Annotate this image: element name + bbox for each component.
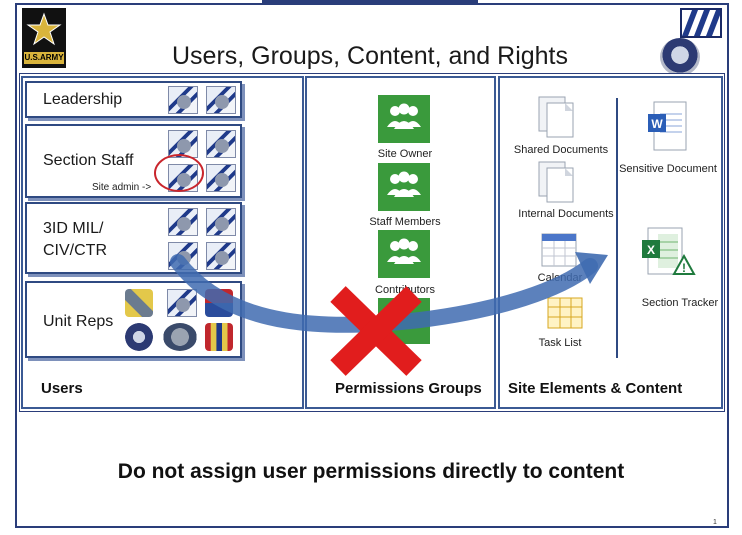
user-badge-icon	[168, 242, 198, 270]
unit-insignia-icon	[205, 323, 233, 351]
internal-documents-library-icon	[538, 161, 574, 203]
user-badge-icon	[206, 86, 236, 114]
unit-reps-group-box: Unit Reps	[25, 281, 242, 358]
calendar-label: Calendar	[537, 272, 583, 284]
site-admin-highlight-circle	[154, 154, 204, 192]
user-badge-icon	[168, 86, 198, 114]
contributors-group-icon	[378, 230, 430, 278]
sensitive-document-label: Sensitive Document	[619, 163, 717, 175]
shared-documents-library-icon	[538, 96, 574, 138]
site-owner-group-icon	[378, 95, 430, 143]
unit-seal-icon	[125, 323, 153, 351]
mil-civ-ctr-group-box: 3ID MIL/ CIV/CTR	[25, 202, 242, 274]
svg-text:X: X	[647, 243, 655, 257]
permission-groups-column-label: Permissions Groups	[335, 380, 482, 397]
unit-insignia-icon	[205, 289, 233, 317]
shared-documents-label: Shared Documents	[513, 144, 609, 156]
additional-group-icon	[378, 298, 430, 344]
leadership-label: Leadership	[43, 91, 123, 108]
section-staff-label: Section Staff	[43, 152, 134, 169]
site-elements-column-label: Site Elements & Content	[508, 380, 683, 397]
user-badge-icon	[206, 164, 236, 192]
site-owner-label: Site Owner	[377, 148, 433, 160]
third-infantry-division-patch	[680, 8, 722, 38]
us-army-logo: U.S.ARMY	[22, 8, 66, 68]
us-army-wordmark: U.S.ARMY	[24, 52, 64, 64]
task-list-label: Task List	[538, 337, 582, 349]
contributors-label: Contributors	[375, 284, 435, 296]
calendar-icon	[541, 233, 577, 267]
leadership-group-box: Leadership	[25, 81, 242, 118]
word-document-icon: W	[648, 101, 687, 151]
site-admin-label: Site admin ->	[92, 182, 152, 193]
site-column-divider	[616, 98, 618, 358]
unit-patch-icon	[167, 289, 197, 317]
users-column-label: Users	[41, 380, 83, 397]
task-list-icon	[547, 297, 583, 329]
section-tracker-label: Section Tracker	[641, 297, 719, 309]
mil-label-line1: 3ID MIL/	[43, 220, 104, 237]
page-title: Users, Groups, Content, and Rights	[171, 42, 569, 70]
unit-reps-label: Unit Reps	[43, 313, 114, 330]
user-badge-icon	[168, 208, 198, 236]
section-staff-group-box: Section Staff Site admin ->	[25, 124, 242, 198]
staff-members-label: Staff Members	[369, 216, 441, 228]
svg-text:!: !	[682, 261, 686, 275]
unit-seal-icon	[163, 323, 197, 351]
warning-message: Do not assign user permissions directly …	[117, 460, 625, 483]
excel-tracker-icon: X !	[642, 227, 696, 275]
user-badge-icon	[206, 242, 236, 270]
mil-label-line2: CIV/CTR	[43, 242, 107, 259]
user-badge-icon	[206, 208, 236, 236]
page-number: 1	[713, 519, 717, 526]
unit-insignia-icon	[125, 289, 153, 317]
internal-documents-label: Internal Documents	[518, 208, 614, 220]
user-badge-icon	[206, 130, 236, 158]
army-star-icon	[26, 12, 62, 46]
svg-text:W: W	[651, 117, 663, 131]
staff-members-group-icon	[378, 163, 430, 211]
division-seal-emblem	[660, 38, 700, 76]
